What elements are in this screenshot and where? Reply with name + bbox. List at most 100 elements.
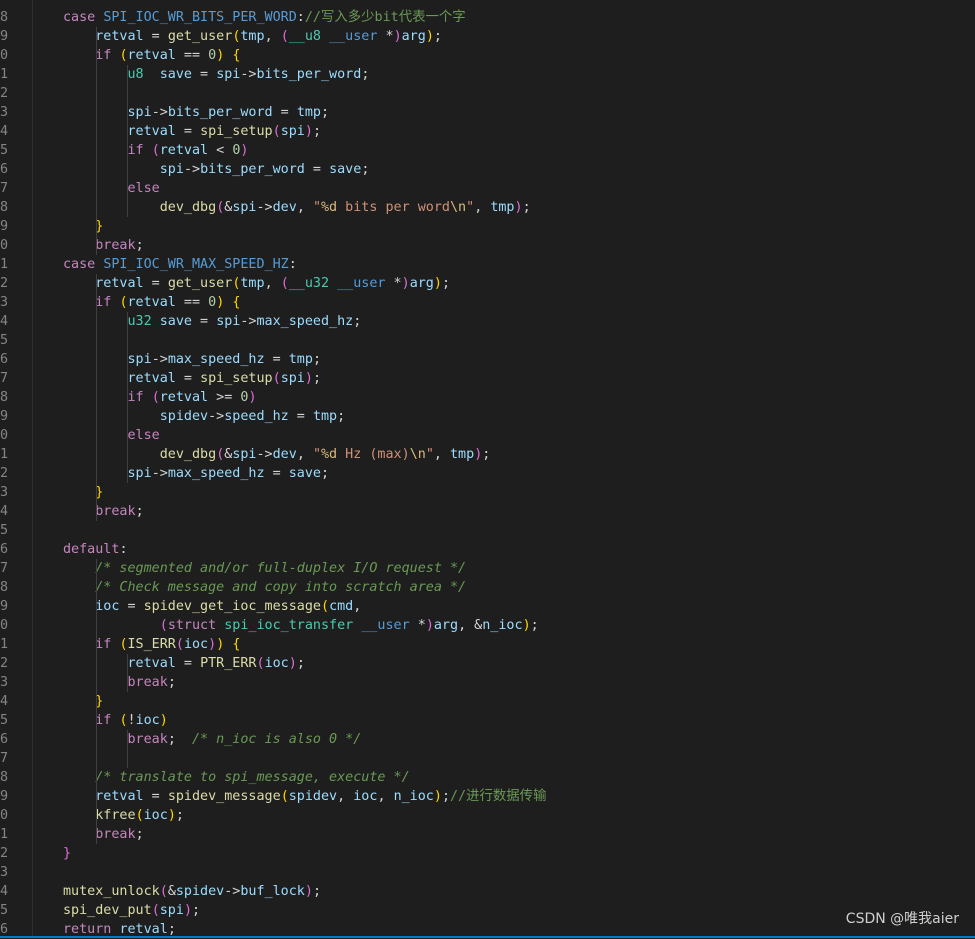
- code-token: if: [63, 143, 152, 158]
- line-number: 8: [0, 580, 8, 595]
- code-line[interactable]: 0 if (retval == 0) {: [0, 46, 975, 65]
- code-line[interactable]: 2 retval = PTR_ERR(ioc);: [0, 654, 975, 673]
- code-line[interactable]: 8 dev_dbg(&spi->dev, "%d bits per word\n…: [0, 198, 975, 217]
- code-line[interactable]: 8 /* Check message and copy into scratch…: [0, 578, 975, 597]
- code-token: retval: [159, 390, 209, 405]
- code-token: spi: [280, 371, 305, 386]
- code-token: IS_ERR: [127, 637, 176, 652]
- code-line[interactable]: 4 }: [0, 692, 975, 711]
- code-token: retval: [63, 276, 144, 291]
- code-line[interactable]: 2 retval = get_user(tmp, (__u32 __user *…: [0, 274, 975, 293]
- code-token: :: [119, 542, 128, 557]
- code-token: =: [264, 352, 289, 367]
- code-line[interactable]: 1 if (IS_ERR(ioc)) {: [0, 635, 975, 654]
- code-line[interactable]: 0 else: [0, 426, 975, 445]
- code-line[interactable]: 3 }: [0, 483, 975, 502]
- code-token: ,: [337, 789, 354, 804]
- code-token: =: [175, 124, 201, 139]
- code-line[interactable]: 8 case SPI_IOC_WR_BITS_PER_WORD://写入多少bit…: [0, 8, 975, 27]
- code-editor[interactable]: 8 case SPI_IOC_WR_BITS_PER_WORD://写入多少bit…: [0, 0, 975, 938]
- code-line[interactable]: 9 retval = spidev_message(spidev, ioc, n…: [0, 787, 975, 806]
- code-token: =: [143, 789, 168, 804]
- code-line[interactable]: 5: [0, 521, 975, 540]
- code-token: (: [280, 789, 289, 804]
- code-line[interactable]: 9 retval = get_user(tmp, (__u8 __user *)…: [0, 27, 975, 46]
- line-number: 5: [0, 333, 8, 348]
- code-line[interactable]: 4 u32 save = spi->max_speed_hz;: [0, 312, 975, 331]
- code-token: ==: [175, 48, 209, 63]
- code-text: if (retval == 0) {: [63, 293, 240, 312]
- code-line[interactable]: 1 u8 save = spi->bits_per_word;: [0, 65, 975, 84]
- code-token: 0: [208, 48, 217, 63]
- code-token: spi: [216, 67, 241, 82]
- code-line[interactable]: 2}: [0, 844, 975, 863]
- code-line[interactable]: 5 if (retval < 0): [0, 141, 975, 160]
- line-number: 1: [0, 67, 8, 82]
- code-line[interactable]: 5 if (!ioc): [0, 711, 975, 730]
- code-line[interactable]: 0 (struct spi_ioc_transfer __user *)arg,…: [0, 616, 975, 635]
- code-line[interactable]: 3: [0, 863, 975, 882]
- code-token: ): [425, 29, 434, 44]
- code-line[interactable]: 8 if (retval >= 0): [0, 388, 975, 407]
- line-number: 2: [0, 466, 8, 481]
- line-number: 6: [0, 352, 8, 367]
- code-token: =: [119, 599, 144, 614]
- code-line[interactable]: 6 break; /* n_ioc is also 0 */: [0, 730, 975, 749]
- code-token: (: [175, 637, 184, 652]
- code-text: spi->max_speed_hz = save;: [63, 464, 329, 483]
- line-number: 9: [0, 599, 8, 614]
- code-token: arg: [433, 618, 459, 633]
- code-token: //进行数据传输: [450, 789, 547, 804]
- code-token: retval: [159, 143, 209, 158]
- code-line[interactable]: 1 break;: [0, 825, 975, 844]
- code-token: =: [175, 371, 201, 386]
- code-line[interactable]: 1 case SPI_IOC_WR_MAX_SPEED_HZ:: [0, 255, 975, 274]
- code-token: =: [272, 105, 297, 120]
- code-token: dev_dbg: [63, 200, 217, 215]
- code-line[interactable]: 9 spidev->speed_hz = tmp;: [0, 407, 975, 426]
- code-line[interactable]: 9 }: [0, 217, 975, 236]
- code-line[interactable]: 6 spi->bits_per_word = save;: [0, 160, 975, 179]
- code-line[interactable]: 4 retval = spi_setup(spi);: [0, 122, 975, 141]
- code-token: spidev: [175, 884, 225, 899]
- code-line[interactable]: 9 ioc = spidev_get_ioc_message(cmd,: [0, 597, 975, 616]
- code-line[interactable]: 0 kfree(ioc);: [0, 806, 975, 825]
- code-line[interactable]: 7 /* segmented and/or full-duplex I/O re…: [0, 559, 975, 578]
- code-token: ): [304, 884, 313, 899]
- code-line[interactable]: 2 spi->max_speed_hz = save;: [0, 464, 975, 483]
- line-number: 8: [0, 200, 8, 215]
- code-token: save: [159, 314, 192, 329]
- code-line[interactable]: 8 /* translate to spi_message, execute *…: [0, 768, 975, 787]
- code-text: retval = spi_setup(spi);: [63, 369, 321, 388]
- code-token: speed_hz: [224, 409, 289, 424]
- code-line[interactable]: 5 spi_dev_put(spi);: [0, 901, 975, 920]
- code-line[interactable]: 4 break;: [0, 502, 975, 521]
- code-line[interactable]: 7 else: [0, 179, 975, 198]
- line-number: 8: [0, 390, 8, 405]
- code-line[interactable]: 6 default:: [0, 540, 975, 559]
- code-token: ): [288, 656, 297, 671]
- code-text: else: [63, 179, 159, 198]
- code-text: spidev->speed_hz = tmp;: [63, 407, 345, 426]
- code-line[interactable]: 7 retval = spi_setup(spi);: [0, 369, 975, 388]
- code-token: /* Check message and copy into scratch a…: [63, 580, 467, 595]
- code-line[interactable]: 5: [0, 331, 975, 350]
- line-number: 9: [0, 219, 8, 234]
- code-token: ;: [530, 618, 539, 633]
- code-line[interactable]: 6 spi->max_speed_hz = tmp;: [0, 350, 975, 369]
- code-token: ;: [361, 67, 370, 82]
- code-line[interactable]: 4 mutex_unlock(&spidev->buf_lock);: [0, 882, 975, 901]
- code-token: ;: [433, 29, 442, 44]
- code-line[interactable]: 3 if (retval == 0) {: [0, 293, 975, 312]
- code-line[interactable]: 3 spi->bits_per_word = tmp;: [0, 103, 975, 122]
- code-token: ): [248, 390, 257, 405]
- code-token: bits_per_word: [256, 67, 362, 82]
- code-line[interactable]: 3 break;: [0, 673, 975, 692]
- code-line[interactable]: 1 dev_dbg(&spi->dev, "%d Hz (max)\n", tm…: [0, 445, 975, 464]
- code-line[interactable]: 2: [0, 84, 975, 103]
- code-line[interactable]: 0 break;: [0, 236, 975, 255]
- code-token: %d: [321, 200, 338, 215]
- code-line[interactable]: 7: [0, 749, 975, 768]
